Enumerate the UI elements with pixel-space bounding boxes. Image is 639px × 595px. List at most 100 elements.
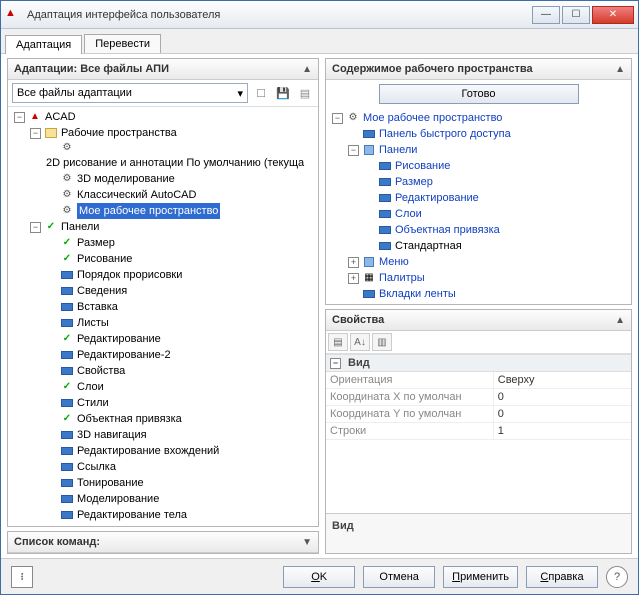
panel-item[interactable]: Стандартные аннотации — [77, 523, 202, 526]
panel-item[interactable]: Моделирование — [77, 491, 159, 507]
collapse-icon[interactable]: ▲ — [615, 64, 625, 75]
cancel-button[interactable]: Отмена — [363, 566, 435, 588]
panels-node[interactable]: Панели — [379, 142, 417, 158]
panel-item[interactable]: Тонирование — [77, 475, 144, 491]
prop-key: Строки — [326, 423, 494, 439]
done-button[interactable]: Готово — [379, 84, 579, 104]
tab-adapt[interactable]: Адаптация — [5, 35, 82, 54]
close-button[interactable]: ✕ — [592, 6, 634, 24]
more-icon[interactable]: ▤ — [296, 84, 314, 102]
panel-item[interactable]: Ссылка — [77, 459, 116, 475]
ws-panel-item[interactable]: Размер — [395, 174, 433, 190]
expand-toggle[interactable]: + — [348, 273, 359, 284]
panel-item[interactable]: Редактирование вхождений — [77, 443, 219, 459]
menu-icon — [364, 257, 374, 267]
gear-icon: ⚙ — [60, 172, 74, 186]
panel-item[interactable]: Слои — [77, 379, 104, 395]
collapse-icon[interactable]: ▲ — [615, 315, 625, 326]
expand-dialog-button[interactable]: ᎒ — [11, 566, 33, 588]
ws-panel-item[interactable]: Объектная привязка — [395, 222, 500, 238]
properties-panel: Свойства ▲ ▤ A↓ ▥ −Вид ОриентацияСверхуК… — [325, 309, 632, 554]
panel-item[interactable]: Листы — [77, 315, 109, 331]
panel-item[interactable]: Свойства — [77, 363, 125, 379]
categorize-icon[interactable]: ▤ — [328, 333, 348, 351]
palettes-icon: ▦ — [362, 271, 376, 285]
expand-toggle[interactable]: − — [14, 112, 25, 123]
panel-item[interactable]: Объектная привязка — [77, 411, 182, 427]
expand-toggle[interactable]: − — [332, 113, 343, 124]
workspaces-node[interactable]: Рабочие пространства — [61, 125, 177, 141]
apply-button[interactable]: Применить — [443, 566, 518, 588]
panel-item[interactable]: Порядок прорисовки — [77, 267, 182, 283]
toolbar-icon — [60, 428, 74, 442]
maximize-button[interactable]: ☐ — [562, 6, 590, 24]
ws-mine[interactable]: Мое рабочее пространство — [77, 203, 220, 219]
ws-panel-item[interactable]: Редактирование — [395, 190, 479, 206]
prop-value[interactable]: 1 — [494, 423, 631, 439]
toolbar-icon — [60, 396, 74, 410]
palettes-node[interactable]: Палитры — [379, 270, 425, 286]
collapse-icon[interactable]: ▲ — [302, 64, 312, 75]
toolbar-icon — [60, 268, 74, 282]
expand-icon[interactable]: ▼ — [302, 537, 312, 548]
workspace-content-panel: Содержимое рабочего пространства ▲ Готов… — [325, 58, 632, 305]
toolbar-icon — [60, 316, 74, 330]
menu-node[interactable]: Меню — [379, 254, 409, 270]
ws-2d[interactable]: 2D рисование и аннотации По умолчанию (т… — [46, 155, 304, 171]
tree-root[interactable]: ACAD — [45, 109, 76, 125]
panels-node[interactable]: Панели — [61, 219, 99, 235]
ws-panel-item[interactable]: Стандартная — [395, 238, 462, 254]
ws-3d[interactable]: 3D моделирование — [77, 171, 175, 187]
toolbar-icon — [379, 194, 391, 202]
ok-button[interactable]: OOKK — [283, 566, 355, 588]
ws-panel-item[interactable]: Рисование — [395, 158, 450, 174]
expand-toggle[interactable]: + — [348, 257, 359, 268]
panel-item[interactable]: Редактирование — [77, 331, 161, 347]
panel-item[interactable]: Рисование — [77, 251, 132, 267]
gear-icon: ⚙ — [60, 204, 74, 218]
panel-item[interactable]: Редактирование-2 — [77, 347, 171, 363]
cui-file-combo[interactable]: Все файлы адаптации ▾ — [12, 83, 248, 103]
toolbar-icon — [60, 364, 74, 378]
panel-item[interactable]: Редактирование тела — [77, 507, 187, 523]
sort-icon[interactable]: A↓ — [350, 333, 370, 351]
tab-translate[interactable]: Перевести — [84, 34, 161, 53]
ws-root[interactable]: Мое рабочее пространство — [363, 110, 502, 126]
expand-toggle[interactable]: − — [330, 358, 341, 369]
prop-value[interactable]: 0 — [494, 406, 631, 422]
pages-icon[interactable]: ▥ — [372, 333, 392, 351]
prop-value[interactable]: Сверху — [494, 372, 631, 388]
expand-toggle[interactable]: − — [30, 128, 41, 139]
help-button[interactable]: Справка — [526, 566, 598, 588]
panel-item[interactable]: Сведения — [77, 283, 127, 299]
ribbon-node[interactable]: Вкладки ленты — [379, 286, 456, 302]
panel-item[interactable]: Вставка — [77, 299, 118, 315]
workspace-tree[interactable]: −⚙Мое рабочее пространство Панель быстро… — [326, 108, 631, 304]
qat-node[interactable]: Панель быстрого доступа — [379, 126, 511, 142]
folder-icon — [45, 128, 57, 138]
help-icon[interactable]: ? — [606, 566, 628, 588]
toolbar-icon — [60, 444, 74, 458]
toolbar-icon — [60, 524, 74, 526]
ws-panel-item[interactable]: Слои — [395, 206, 422, 222]
minimize-button[interactable]: — — [532, 6, 560, 24]
panel-item[interactable]: 3D навигация — [77, 427, 147, 443]
chevron-down-icon: ▾ — [237, 87, 243, 100]
property-grid[interactable]: −Вид ОриентацияСверхуКоордината X по умо… — [326, 354, 631, 513]
toolbar-icon — [379, 226, 391, 234]
expand-toggle[interactable]: − — [30, 222, 41, 233]
prop-value[interactable]: 0 — [494, 389, 631, 405]
save-icon[interactable]: 💾 — [274, 84, 292, 102]
customizations-title: Адаптации: Все файлы АПИ — [14, 63, 169, 75]
button-bar: ᎒ OOKK Отмена Применить Справка ? — [1, 558, 638, 594]
titlebar[interactable]: ▲ Адаптация интерфейса пользователя — ☐ … — [1, 1, 638, 29]
tab-bar: Адаптация Перевести — [1, 29, 638, 53]
customization-tree[interactable]: −▲ACAD −Рабочие пространства ⚙2D рисован… — [8, 107, 318, 526]
open-icon[interactable]: ☐ — [252, 84, 270, 102]
panel-item[interactable]: Стили — [77, 395, 109, 411]
gear-icon: ⚙ — [60, 188, 74, 202]
expand-toggle[interactable]: − — [348, 145, 359, 156]
check-icon: ✓ — [60, 252, 74, 266]
ws-classic[interactable]: Классический AutoCAD — [77, 187, 196, 203]
panel-item[interactable]: Размер — [77, 235, 115, 251]
